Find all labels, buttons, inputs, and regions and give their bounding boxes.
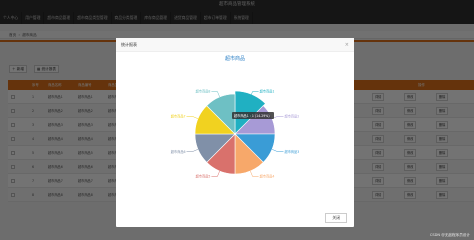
chart-title: 超市商品 bbox=[224, 56, 245, 62]
slice-label: 超市商品3 bbox=[284, 149, 299, 154]
slice-label: 超市商品2 bbox=[284, 114, 299, 119]
slice-label-line bbox=[250, 170, 259, 177]
slice-label-line bbox=[211, 91, 220, 98]
close-icon[interactable]: × bbox=[345, 38, 349, 52]
slice-label-line bbox=[271, 149, 284, 152]
slice-label: 超市商品7 bbox=[171, 114, 186, 119]
slice-label: 超市商品1 bbox=[260, 89, 275, 94]
slice-label-line bbox=[186, 116, 199, 119]
slice-label: 超市商品8 bbox=[196, 89, 211, 94]
slice-label-line bbox=[211, 170, 220, 177]
slice-label-line bbox=[186, 149, 199, 152]
slice-label: 超市商品4 bbox=[260, 174, 275, 179]
slice-label: 超市商品5 bbox=[196, 174, 211, 179]
chart-tooltip: 超市商品1 : 1 (14.29%) bbox=[232, 112, 274, 119]
chart-modal: 统计报表 × 超市商品 超市商品1 超市商品2 超市商品3 超市商品4 超市商品5 超市商… bbox=[116, 38, 354, 227]
slice-label: 超市商品6 bbox=[171, 149, 186, 154]
tooltip-text: 超市商品1 : 1 (14.29%) bbox=[234, 113, 270, 118]
modal-title: 统计报表 bbox=[121, 42, 137, 47]
watermark: CSDN @无敌程序员设计 bbox=[429, 233, 470, 237]
close-button[interactable]: 关闭 bbox=[325, 213, 347, 223]
modal-header: 统计报表 × bbox=[116, 38, 354, 52]
pie-chart: 超市商品1 超市商品2 超市商品3 超市商品4 超市商品5 超市商品6 超市商品7 超市商品8… bbox=[171, 89, 300, 179]
